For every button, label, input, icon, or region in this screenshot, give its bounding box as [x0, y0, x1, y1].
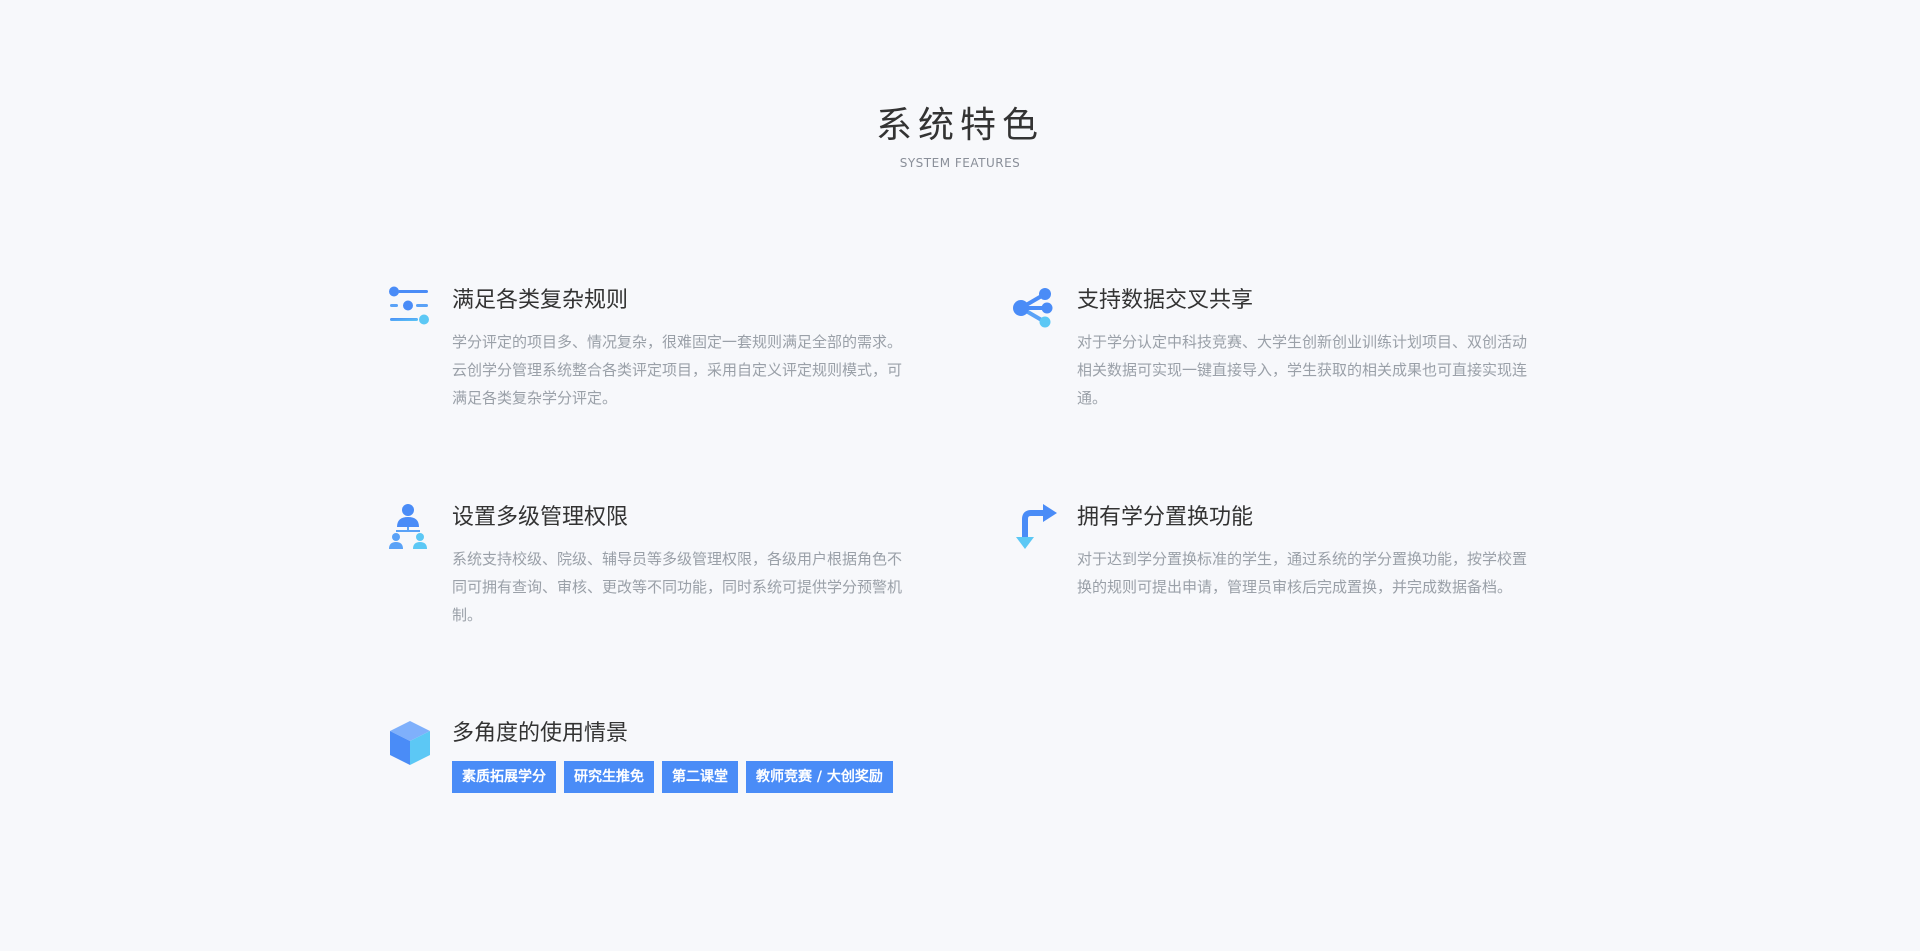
feature-title: 多角度的使用情景: [452, 721, 629, 746]
exchange-arrows-icon: [1011, 503, 1059, 551]
tag-competition-award[interactable]: 教师竞赛 / 大创奖励: [746, 761, 893, 793]
cube-icon: [386, 719, 434, 767]
feature-description: 对于学分认定中科技竞赛、大学生创新创业训练计划项目、双创活动相关数据可实现一键直…: [1077, 333, 1528, 407]
feature-description: 对于达到学分置换标准的学生，通过系统的学分置换功能，按学校置换的规则可提出申请，…: [1077, 550, 1528, 596]
feature-description: 系统支持校级、院级、辅导员等多级管理权限，各级用户根据角色不同可拥有查询、审核、…: [452, 550, 903, 624]
sliders-icon: [386, 286, 434, 334]
section-title: 系统特色: [875, 105, 1044, 146]
share-icon: [1011, 286, 1059, 334]
section-header: 系统特色 SYSTEM FEATURES: [0, 104, 1920, 170]
scenario-tags: 素质拓展学分 研究生推免 第二课堂 教师竞赛 / 大创奖励: [452, 761, 906, 793]
section-subtitle: SYSTEM FEATURES: [899, 156, 1021, 170]
hierarchy-users-icon: [386, 503, 434, 551]
feature-title: 拥有学分置换功能: [1077, 505, 1254, 530]
feature-title: 支持数据交叉共享: [1077, 288, 1254, 313]
feature-title: 满足各类复杂规则: [452, 288, 629, 313]
tag-graduate-recommendation[interactable]: 研究生推免: [564, 761, 654, 793]
features-page: 系统特色 SYSTEM FEATURES 满足各类复杂规则 学分评定的项目多、情…: [0, 0, 1920, 951]
tag-second-classroom[interactable]: 第二课堂: [662, 761, 738, 793]
feature-description: 学分评定的项目多、情况复杂，很难固定一套规则满足全部的需求。云创学分管理系统整合…: [452, 333, 903, 407]
tag-quality-credit[interactable]: 素质拓展学分: [452, 761, 556, 793]
feature-title: 设置多级管理权限: [452, 505, 629, 530]
